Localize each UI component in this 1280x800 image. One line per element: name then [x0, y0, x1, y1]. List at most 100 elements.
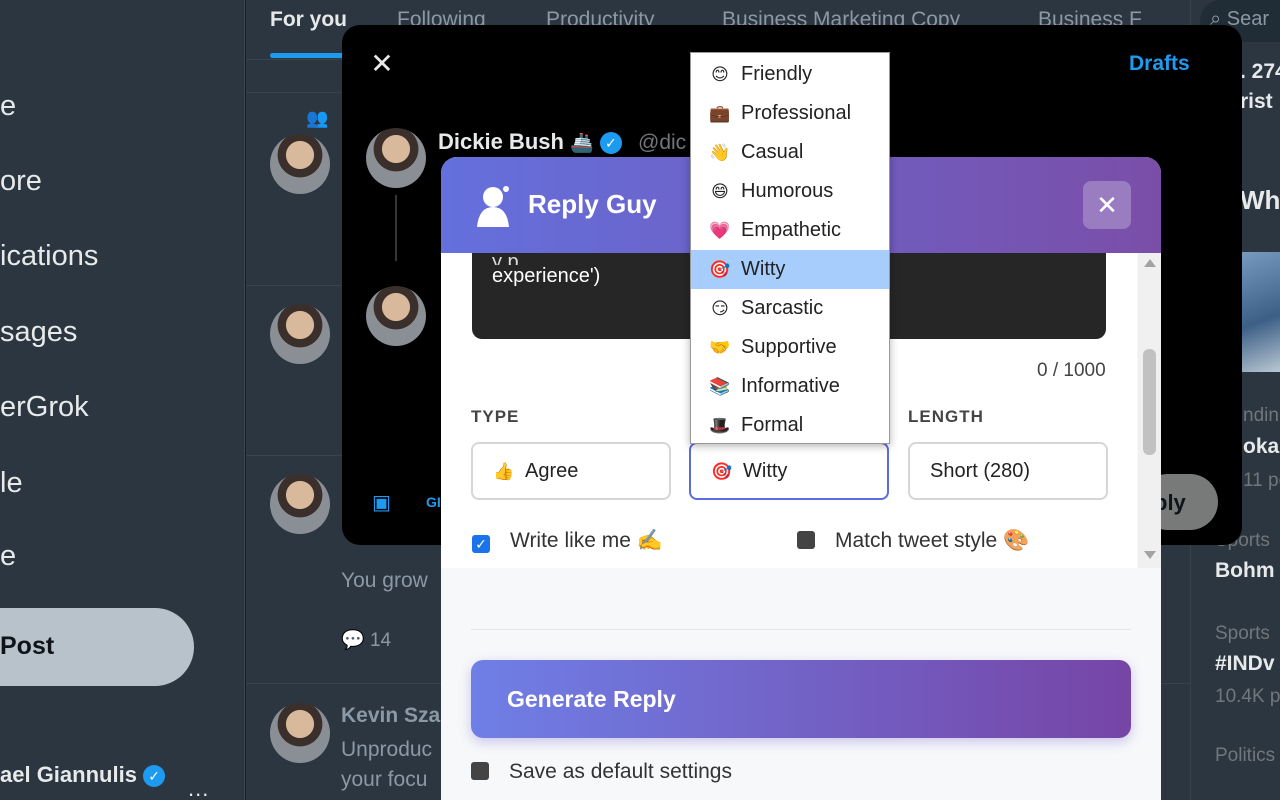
option-emoji-icon: 👋 [709, 143, 731, 163]
write-like-me-option[interactable]: ✓ Write like me ✍️ [472, 529, 663, 553]
dropdown-option-casual[interactable]: 👋 Casual [691, 133, 889, 172]
nav-item-home[interactable]: e [0, 90, 16, 123]
nav-item-profile[interactable]: le [0, 467, 23, 500]
tone-select[interactable]: 🎯 Witty [689, 442, 889, 500]
dropdown-option-empathetic[interactable]: 💗 Empathetic [691, 211, 889, 250]
user-avatar[interactable] [366, 286, 426, 346]
option-emoji-icon: 😄 [711, 182, 729, 202]
tweet-text: your focu [341, 768, 428, 791]
active-tab-indicator [270, 53, 350, 58]
avatar[interactable] [270, 134, 330, 194]
whats-happening-heading: Wha [1240, 185, 1280, 215]
dropdown-option-friendly[interactable]: 😊 Friendly [691, 55, 889, 94]
trend-category: Politics [1215, 745, 1276, 766]
avatar[interactable] [270, 703, 330, 763]
nav-item-messages[interactable]: sages [0, 316, 77, 349]
scrollbar-thumb[interactable] [1143, 349, 1156, 455]
write-like-me-label: Write like me ✍️ [510, 529, 663, 552]
dropdown-option-informative[interactable]: 📚 Informative [691, 367, 889, 406]
type-select[interactable]: 👍 Agree [471, 442, 671, 500]
sidebar-text: . 274 [1240, 60, 1280, 83]
comment-count: 14 [369, 630, 392, 651]
dropdown-option-formal[interactable]: 🎩 Formal [691, 406, 889, 445]
profile-name-text: ael Giannulis [0, 762, 137, 787]
tone-value: Witty [743, 460, 788, 482]
match-style-label: Match tweet style 🎨 [835, 529, 1030, 552]
post-button[interactable]: Post [0, 608, 194, 686]
option-label: Witty [741, 258, 786, 280]
nav-item-explore[interactable]: ore [0, 165, 42, 198]
author-handle: @dic [638, 131, 687, 154]
option-emoji-icon: 😏 [711, 299, 729, 319]
option-emoji-icon: 💼 [709, 104, 731, 124]
trend-title[interactable]: oka [1243, 435, 1279, 459]
tweet-text: Unproduc [341, 738, 433, 761]
save-default-option[interactable]: Save as default settings [471, 760, 732, 784]
ghost-logo-icon [477, 186, 509, 227]
dropdown-option-supportive[interactable]: 🤝 Supportive [691, 328, 889, 367]
match-style-checkbox[interactable] [797, 531, 815, 549]
dropdown-option-witty[interactable]: 🎯 Witty [691, 250, 889, 289]
option-label: Supportive [741, 336, 837, 358]
author-name-text: Dickie Bush [438, 129, 564, 154]
nav-item-notifications[interactable]: ications [0, 240, 98, 273]
tab-for-you[interactable]: For you [270, 8, 347, 32]
divider [471, 629, 1131, 630]
trend-title[interactable]: #INDv [1215, 652, 1275, 676]
avatar[interactable] [270, 304, 330, 364]
trend-meta: 11 po [1243, 470, 1280, 491]
trend-title[interactable]: Bohm [1215, 559, 1275, 583]
reply-count[interactable]: 💬 14 [341, 628, 391, 652]
save-default-checkbox[interactable] [471, 762, 489, 780]
option-emoji-icon: 🎩 [709, 416, 731, 436]
write-like-me-checkbox[interactable]: ✓ [472, 535, 490, 553]
option-emoji-icon: 🤝 [709, 338, 731, 358]
nav-item-supergrok[interactable]: erGrok [0, 391, 89, 424]
type-value: Agree [525, 460, 579, 482]
image-icon[interactable]: ▣ [372, 490, 398, 514]
dropdown-option-humorous[interactable]: 😄 Humorous [691, 172, 889, 211]
length-value: Short (280) [930, 460, 1031, 482]
thumbs-up-icon: 👍 [493, 462, 515, 482]
match-style-option[interactable]: Match tweet style 🎨 [797, 529, 1029, 553]
option-label: Casual [741, 141, 804, 163]
scroll-up-icon[interactable] [1144, 259, 1156, 267]
account-menu-icon[interactable]: ... [188, 776, 209, 800]
dropdown-option-professional[interactable]: 💼 Professional [691, 94, 889, 133]
length-label: LENGTH [908, 407, 984, 426]
option-label: Humorous [741, 180, 834, 202]
option-emoji-icon: 📚 [709, 377, 731, 397]
tweet-author[interactable]: Kevin Sza [341, 704, 440, 728]
trend-category: ndin [1243, 405, 1279, 426]
generate-reply-button[interactable]: Generate Reply [471, 660, 1131, 738]
char-count: 0 / 1000 [1037, 360, 1106, 381]
drafts-button[interactable]: Drafts [1129, 52, 1190, 76]
dropdown-option-sarcastic[interactable]: 😏 Sarcastic [691, 289, 889, 328]
sidebar-text: rist [1240, 90, 1273, 113]
author-name[interactable]: Dickie Bush 🚢 ✓ [438, 129, 622, 155]
close-icon[interactable]: ✕ [1083, 181, 1131, 229]
comment-icon: 💬 [341, 630, 365, 651]
ship-icon: 🚢 [570, 133, 594, 154]
tone-dropdown[interactable]: 😊 Friendly 💼 Professional 👋 Casual 😄 Humorous 💗 E… [690, 52, 890, 444]
option-label: Informative [741, 375, 840, 397]
people-icon: 👥 [306, 108, 329, 128]
trend-category: Sports [1215, 623, 1270, 644]
avatar[interactable] [270, 474, 330, 534]
thread-line [395, 195, 397, 261]
option-label: Empathetic [741, 219, 842, 241]
option-label: Professional [741, 102, 852, 124]
length-select[interactable]: Short (280) [908, 442, 1108, 500]
left-nav: e ore ications sages erGrok le e Post ae… [0, 0, 245, 800]
option-emoji-icon: 😊 [711, 65, 729, 85]
scroll-down-icon[interactable] [1144, 551, 1156, 559]
scrollbar[interactable] [1138, 253, 1161, 568]
author-avatar[interactable] [366, 128, 426, 188]
nav-item-more[interactable]: e [0, 540, 16, 573]
target-icon: 🎯 [711, 462, 733, 482]
close-icon[interactable]: ✕ [368, 50, 396, 78]
profile-name[interactable]: ael Giannulis ✓ [0, 762, 166, 788]
option-label: Friendly [741, 63, 813, 85]
tweet-text: You grow [341, 569, 428, 592]
save-default-label: Save as default settings [509, 760, 732, 783]
